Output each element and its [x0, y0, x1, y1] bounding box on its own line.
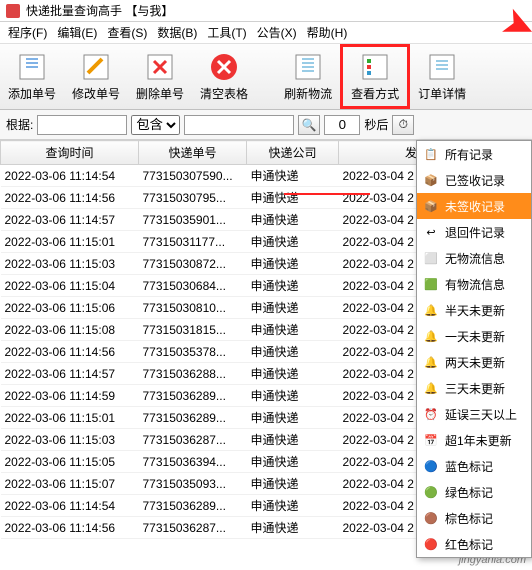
add-icon	[16, 51, 48, 83]
dropdown-item[interactable]: 🟤棕色标记	[417, 505, 531, 531]
menu-icon: 📅	[423, 432, 439, 448]
menu-help[interactable]: 帮助(H)	[303, 22, 352, 43]
clear-button[interactable]: 清空表格	[192, 44, 256, 109]
dropdown-item[interactable]: 📅超1年未更新	[417, 427, 531, 453]
root-label: 根据:	[6, 116, 33, 133]
timer-button[interactable]: ⏱	[392, 115, 414, 135]
menu-icon: 📦	[423, 198, 439, 214]
menu-edit[interactable]: 编辑(E)	[53, 22, 101, 43]
dropdown-item[interactable]: 🟩有物流信息	[417, 271, 531, 297]
dropdown-item[interactable]: ⬜无物流信息	[417, 245, 531, 271]
dropdown-item[interactable]: 🟢绿色标记	[417, 479, 531, 505]
sec-label: 秒后	[364, 116, 388, 133]
menu-icon: ⏰	[423, 406, 439, 422]
menu-icon: 🔔	[423, 302, 439, 318]
title-bar: 快递批量查询高手 【与我】	[0, 0, 532, 22]
col-time[interactable]: 查询时间	[1, 141, 139, 165]
menu-icon: 🔔	[423, 354, 439, 370]
add-button[interactable]: 添加单号	[0, 44, 64, 109]
delete-icon	[144, 51, 176, 83]
menu-bar: 程序(F) 编辑(E) 查看(S) 数据(B) 工具(T) 公告(X) 帮助(H…	[0, 22, 532, 44]
menu-icon: ⬜	[423, 250, 439, 266]
menu-icon: 🟢	[423, 484, 439, 500]
menu-icon: 🟩	[423, 276, 439, 292]
menu-icon: 🟤	[423, 510, 439, 526]
menu-icon: ↩	[423, 224, 439, 240]
dropdown-item[interactable]: 🔵蓝色标记	[417, 453, 531, 479]
menu-icon: 🔵	[423, 458, 439, 474]
clear-icon	[208, 51, 240, 83]
col-number[interactable]: 快递单号	[139, 141, 247, 165]
menu-icon: 🔔	[423, 328, 439, 344]
menu-icon: 🔔	[423, 380, 439, 396]
menu-icon: 📦	[423, 172, 439, 188]
menu-tools[interactable]: 工具(T)	[203, 22, 250, 43]
app-icon	[6, 4, 20, 18]
detail-button[interactable]: 订单详情	[410, 44, 474, 109]
detail-icon	[426, 51, 458, 83]
menu-data[interactable]: 数据(B)	[153, 22, 201, 43]
window-title: 快递批量查询高手 【与我】	[26, 2, 173, 19]
col-company[interactable]: 快递公司	[247, 141, 339, 165]
delete-button[interactable]: 删除单号	[128, 44, 192, 109]
dropdown-item[interactable]: 📦未签收记录	[417, 193, 531, 219]
search-bar: 根据: 包含 🔍 秒后 ⏱	[0, 110, 532, 140]
dropdown-item[interactable]: 🔔三天未更新	[417, 375, 531, 401]
dropdown-item[interactable]: 🔔两天未更新	[417, 349, 531, 375]
toolbar: 添加单号 修改单号 删除单号 清空表格 刷新物流 查看方式 订单详情	[0, 44, 532, 110]
search-input[interactable]	[184, 115, 294, 135]
viewmode-dropdown: 📋所有记录📦已签收记录📦未签收记录↩退回件记录⬜无物流信息🟩有物流信息🔔半天未更…	[416, 140, 532, 558]
menu-notice[interactable]: 公告(X)	[253, 22, 301, 43]
menu-icon: 📋	[423, 146, 439, 162]
menu-icon: 🔴	[423, 536, 439, 552]
modify-icon	[80, 51, 112, 83]
dropdown-item[interactable]: ↩退回件记录	[417, 219, 531, 245]
dropdown-item[interactable]: 🔴红色标记	[417, 531, 531, 557]
seconds-input[interactable]	[324, 115, 360, 135]
viewmode-icon	[359, 51, 391, 83]
refresh-button[interactable]: 刷新物流	[276, 44, 340, 109]
viewmode-button[interactable]: 查看方式	[340, 44, 410, 109]
dropdown-item[interactable]: 📋所有记录	[417, 141, 531, 167]
field-select[interactable]	[37, 115, 127, 135]
refresh-icon	[292, 51, 324, 83]
dropdown-item[interactable]: ⏰延误三天以上	[417, 401, 531, 427]
dropdown-item[interactable]: 📦已签收记录	[417, 167, 531, 193]
modify-button[interactable]: 修改单号	[64, 44, 128, 109]
dropdown-item[interactable]: 🔔半天未更新	[417, 297, 531, 323]
table-area: 查询时间 快递单号 快递公司 发出物流时 2022-03-06 11:14:54…	[0, 140, 532, 539]
match-select[interactable]: 包含	[131, 115, 180, 135]
search-go-button[interactable]: 🔍	[298, 115, 320, 135]
menu-program[interactable]: 程序(F)	[4, 22, 51, 43]
dropdown-item[interactable]: 🔔一天未更新	[417, 323, 531, 349]
menu-search[interactable]: 查看(S)	[103, 22, 151, 43]
